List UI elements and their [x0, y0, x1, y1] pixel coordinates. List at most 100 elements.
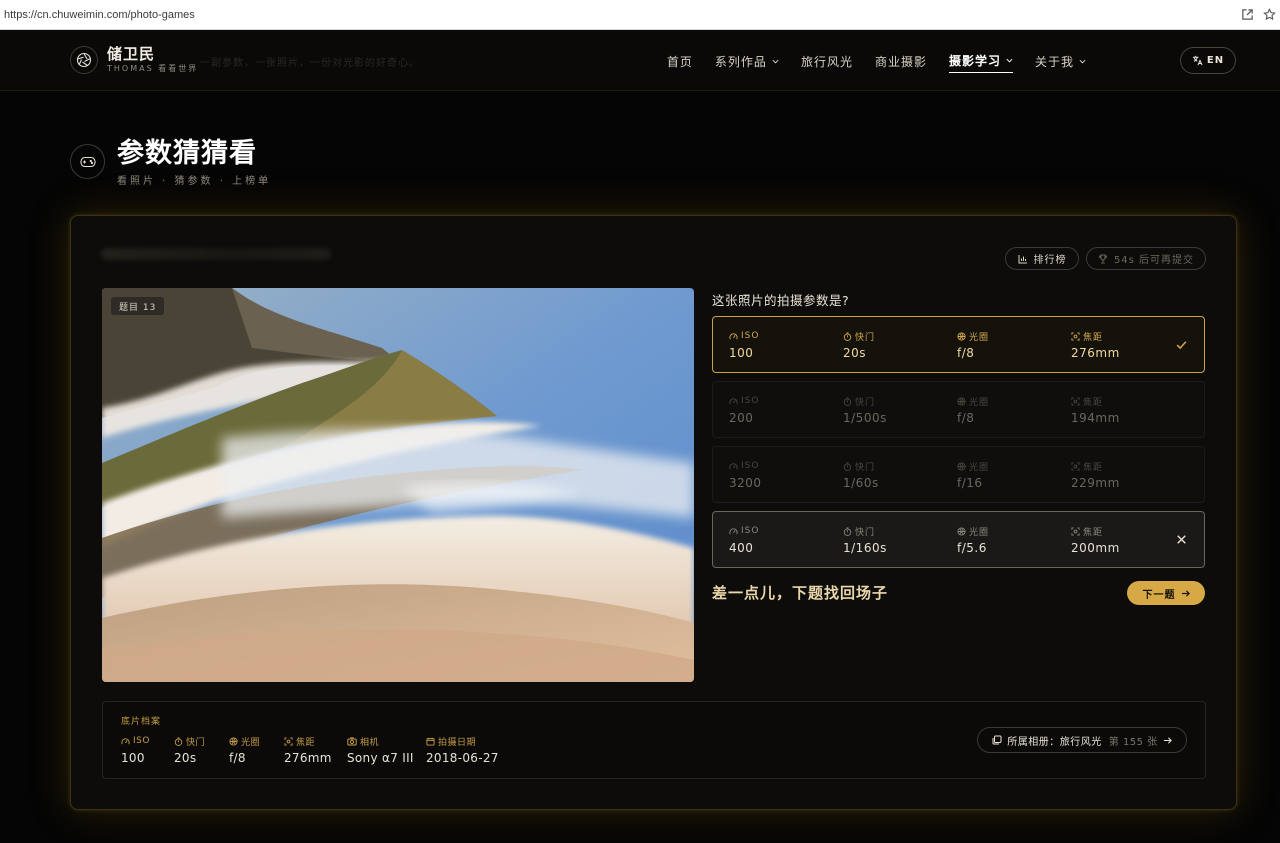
aperture-label: 光圈 — [957, 330, 989, 343]
gamepad-icon — [70, 144, 105, 179]
archive-field: 快门 20s — [174, 735, 205, 765]
archive-field-value: 276mm — [284, 751, 332, 765]
iso-label: ISO — [729, 460, 762, 472]
archive-field-label: 快门 — [174, 735, 206, 748]
nav-links: 首页 系列作品 旅行风光 商业摄影 摄影学习 关于我 — [667, 52, 1086, 73]
gauge-icon — [729, 397, 738, 406]
answer-option[interactable]: ISO 200 快门 1/500s 光圈 f/8 焦距 194mm — [712, 381, 1205, 438]
bookmark-star-icon[interactable] — [1262, 8, 1276, 22]
option-focal: 焦距 276mm — [1071, 330, 1120, 360]
nav-link[interactable]: 首页 — [667, 53, 693, 73]
nav-link[interactable]: 摄影学习 — [948, 52, 1013, 73]
answer-option[interactable]: ISO 100 快门 20s 光圈 f/8 焦距 276mm — [712, 316, 1205, 373]
archive-field-value: 20s — [174, 751, 197, 765]
iso-label-text: ISO — [741, 461, 760, 471]
focal-label-text: 焦距 — [1083, 462, 1104, 473]
focal-label: 焦距 — [1071, 330, 1120, 343]
gauge-icon — [729, 462, 738, 471]
focus-icon — [284, 736, 293, 746]
option-aperture: 光圈 f/5.6 — [957, 525, 989, 555]
cooldown-label: 54s 后可再提交 — [1113, 255, 1195, 266]
option-iso: ISO 400 — [729, 525, 759, 555]
shutter-label: 快门 — [843, 525, 887, 538]
aperture-label: 光圈 — [957, 395, 989, 408]
nav-link[interactable]: 系列作品 — [715, 53, 779, 73]
nav-link[interactable]: 商业摄影 — [875, 53, 927, 73]
question-badge: 题目 13 — [111, 297, 165, 315]
gauge-icon — [729, 332, 738, 341]
check-icon — [1176, 341, 1187, 350]
aperture-icon — [229, 736, 238, 746]
album-index: 第 155 张 — [1108, 736, 1158, 748]
shutter-label-text: 快门 — [855, 462, 876, 473]
browser-url-bar: https://cn.chuweimin.com/photo-games — [0, 0, 1280, 30]
nav-link[interactable]: 关于我 — [1035, 53, 1086, 73]
aperture-icon — [957, 461, 966, 471]
answer-option[interactable]: ISO 400 快门 1/160s 光圈 f/5.6 焦距 200mm — [712, 511, 1205, 568]
option-shutter: 快门 1/160s — [843, 525, 887, 555]
trophy-icon — [1098, 254, 1107, 263]
iso-label: ISO — [729, 330, 759, 342]
nav-link-label: 关于我 — [1034, 54, 1074, 69]
iso-label-text: ISO — [741, 396, 760, 406]
chevron-down-icon — [1006, 58, 1013, 63]
focus-icon — [1071, 461, 1080, 471]
leaderboard-label: 排行榜 — [1033, 255, 1067, 266]
site-nav: 储卫民 THOMAS 看看世界 一副参数，一张照片，一份对光影的好奇心。 首页 系… — [0, 30, 1280, 91]
timer-icon — [174, 736, 183, 746]
nav-link-label: 首页 — [666, 54, 693, 69]
language-toggle-button[interactable]: EN — [1180, 47, 1236, 74]
close-icon — [1177, 535, 1186, 544]
iso-label-text: ISO — [741, 526, 760, 536]
iso-value: 100 — [729, 346, 754, 360]
focal-label: 焦距 — [1071, 525, 1120, 538]
page-title: 参数猜猜看 — [117, 138, 257, 169]
option-shutter: 快门 1/60s — [843, 460, 879, 490]
archive-field-label-text: 快门 — [186, 737, 206, 748]
album-label: 所属相册：旅行风光 — [1007, 736, 1102, 748]
quiz-photo: 题目 13 — [102, 288, 694, 682]
page-subtitle: 看照片 · 猜参数 · 上榜单 — [117, 176, 272, 187]
result-message: 差一点儿，下题找回场子 — [712, 584, 889, 602]
iso-value: 3200 — [729, 476, 762, 490]
archive-field-label: 焦距 — [284, 735, 332, 748]
answer-option[interactable]: ISO 3200 快门 1/60s 光圈 f/16 焦距 229mm — [712, 446, 1205, 503]
shutter-label: 快门 — [843, 330, 876, 343]
focal-label-text: 焦距 — [1083, 397, 1104, 408]
aperture-label-text: 光圈 — [969, 527, 990, 538]
archive-field: 焦距 276mm — [284, 735, 332, 765]
focal-value: 194mm — [1071, 411, 1120, 425]
archive-field-label-text: ISO — [133, 736, 150, 746]
option-iso: ISO 3200 — [729, 460, 762, 490]
cooldown-submit-button[interactable]: 54s 后可再提交 — [1086, 247, 1206, 270]
open-external-icon[interactable] — [1240, 8, 1254, 22]
iso-label-text: ISO — [741, 331, 760, 341]
shutter-label-text: 快门 — [855, 332, 876, 343]
option-shutter: 快门 1/500s — [843, 395, 887, 425]
nav-link-label: 旅行风光 — [800, 54, 853, 69]
leaderboard-button[interactable]: 排行榜 — [1005, 247, 1079, 270]
aperture-label: 光圈 — [957, 460, 989, 473]
option-focal: 焦距 229mm — [1071, 460, 1120, 490]
gauge-icon — [121, 737, 130, 746]
shutter-value: 1/500s — [843, 411, 887, 425]
url-text[interactable]: https://cn.chuweimin.com/photo-games — [4, 9, 1232, 21]
shutter-value: 20s — [843, 346, 867, 360]
iso-value: 200 — [729, 411, 754, 425]
nav-ghost-tagline: 一副参数，一张照片，一份对光影的好奇心。 — [200, 58, 420, 69]
chevron-down-icon — [1079, 59, 1086, 64]
shutter-label: 快门 — [843, 395, 887, 408]
album-link-button[interactable]: 所属相册：旅行风光 第 155 张 — [977, 727, 1187, 753]
option-aperture: 光圈 f/8 — [957, 330, 989, 360]
focus-icon — [1071, 526, 1080, 536]
shutter-label-text: 快门 — [855, 397, 876, 408]
next-question-button[interactable]: 下一题 — [1127, 581, 1205, 605]
site-logo[interactable]: 储卫民 THOMAS 看看世界 — [70, 46, 198, 74]
archive-field-label-text: 相机 — [360, 737, 380, 748]
aperture-icon — [957, 331, 966, 341]
focal-value: 276mm — [1071, 346, 1120, 360]
nav-link[interactable]: 旅行风光 — [801, 53, 853, 73]
aperture-label: 光圈 — [957, 525, 990, 538]
archive-field-value: f/8 — [229, 751, 246, 765]
arrow-right-icon — [1181, 589, 1190, 597]
